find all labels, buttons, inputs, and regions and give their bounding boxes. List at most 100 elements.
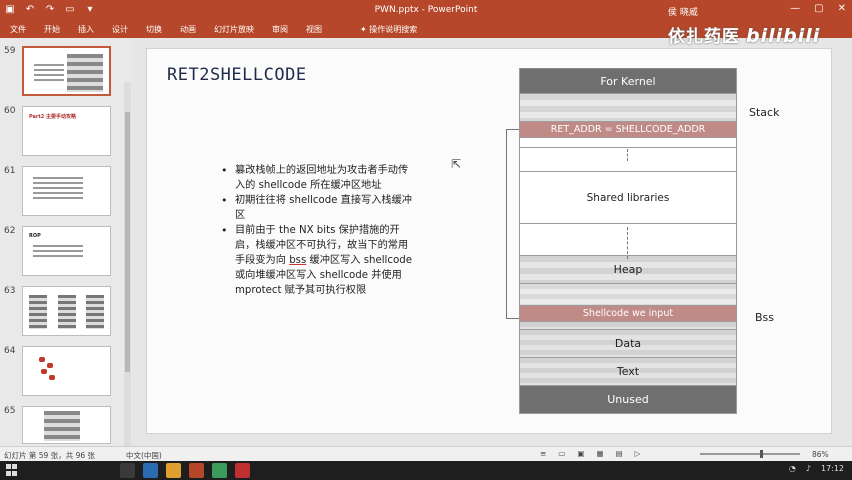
close-icon[interactable]: ✕ bbox=[838, 3, 846, 14]
comments-icon[interactable]: ▭ bbox=[558, 449, 565, 458]
segment-label: Data bbox=[614, 337, 642, 350]
segment-label: Unused bbox=[607, 393, 649, 406]
watermark-text: 依扎药医 bbox=[668, 27, 740, 47]
thumbnail-scrollbar[interactable] bbox=[124, 82, 131, 478]
scrollbar-thumb[interactable] bbox=[125, 112, 130, 372]
segment-label: Shared libraries bbox=[586, 191, 670, 204]
segment-unused: Unused bbox=[519, 386, 737, 414]
windows-taskbar: ◔ ♪ 17:12 bbox=[0, 461, 852, 480]
reading-view-icon[interactable]: ▤ bbox=[616, 449, 623, 458]
segment-stack-growth bbox=[519, 148, 737, 172]
segment-ret-addr: RET_ADDR = SHELLCODE_ADDR bbox=[519, 122, 737, 138]
user-name[interactable]: 侯 晓威 bbox=[668, 5, 698, 18]
bullet-text: 篡改栈帧上的返回地址为攻击者手动传入的 shellcode 所在缓冲区地址 bbox=[235, 165, 409, 191]
tab-view[interactable]: 视图 bbox=[306, 24, 322, 35]
segment-stack-gap bbox=[519, 138, 737, 148]
file-explorer-icon[interactable] bbox=[166, 463, 181, 478]
slide-canvas[interactable]: RET2SHELLCODE 篡改栈帧上的返回地址为攻击者手动传入的 shellc… bbox=[146, 48, 832, 434]
bullet-item: 目前由于 the NX bits 保护措施的开启，栈缓冲区不可执行，故当下的常用… bbox=[219, 223, 415, 298]
bullet-list[interactable]: 篡改栈帧上的返回地址为攻击者手动传入的 shellcode 所在缓冲区地址 初期… bbox=[219, 163, 415, 298]
segment-bss-bottom bbox=[519, 322, 737, 330]
tab-transitions[interactable]: 切换 bbox=[146, 24, 162, 35]
clock[interactable]: 17:12 bbox=[821, 464, 844, 473]
language-indicator[interactable]: 中文(中国) bbox=[126, 450, 162, 461]
notes-icon[interactable]: ≡ bbox=[540, 449, 546, 458]
tab-home[interactable]: 开始 bbox=[44, 24, 60, 35]
thumbnail-slide-61[interactable] bbox=[22, 166, 111, 216]
thumb-title: Part2 主要手动攻略 bbox=[29, 114, 76, 120]
thumb-number: 61 bbox=[4, 166, 16, 176]
slide-counter: 幻灯片 第 59 张，共 96 张 bbox=[4, 451, 96, 460]
thumb-number: 64 bbox=[4, 346, 16, 356]
thumb-number: 59 bbox=[4, 46, 16, 56]
status-bar: 幻灯片 第 59 张，共 96 张 中文(中国) ≡ ▭ ▣ ▦ ▤ ▷ 86% bbox=[0, 446, 852, 461]
bullet-text: 初期往往将 shellcode 直接写入栈缓冲区 bbox=[235, 195, 412, 221]
stack-label: Stack bbox=[749, 106, 780, 119]
segment-shared-libraries: Shared libraries bbox=[519, 172, 737, 224]
segment-heap-growth bbox=[519, 224, 737, 256]
windows-start-icon[interactable] bbox=[6, 464, 18, 476]
maximize-icon[interactable]: ▢ bbox=[814, 3, 823, 14]
bullet-item: 篡改栈帧上的返回地址为攻击者手动传入的 shellcode 所在缓冲区地址 bbox=[219, 163, 415, 193]
segment-label: Text bbox=[616, 365, 640, 378]
segment-label: Heap bbox=[613, 263, 643, 276]
segment-kernel: For Kernel bbox=[519, 68, 737, 94]
tab-insert[interactable]: 插入 bbox=[78, 24, 94, 35]
thumbnail-slide-64[interactable] bbox=[22, 346, 111, 396]
thumb-number: 62 bbox=[4, 226, 16, 236]
zoom-slider-thumb[interactable] bbox=[760, 450, 763, 458]
powerpoint-taskbar-icon[interactable] bbox=[189, 463, 204, 478]
tab-animations[interactable]: 动画 bbox=[180, 24, 196, 35]
bullet-item: 初期往往将 shellcode 直接写入栈缓冲区 bbox=[219, 193, 415, 223]
tab-review[interactable]: 审阅 bbox=[272, 24, 288, 35]
normal-view-icon[interactable]: ▣ bbox=[577, 449, 584, 458]
segment-text: Text bbox=[519, 358, 737, 386]
task-view-icon[interactable] bbox=[120, 463, 135, 478]
tell-me-label: 操作说明搜索 bbox=[369, 25, 418, 34]
slide-title[interactable]: RET2SHELLCODE bbox=[167, 65, 307, 85]
thumbnail-slide-60[interactable]: Part2 主要手动攻略 bbox=[22, 106, 111, 156]
tell-me-search[interactable]: ✦ 操作说明搜索 bbox=[360, 24, 417, 35]
lightbulb-icon: ✦ bbox=[360, 25, 367, 34]
zoom-slider[interactable] bbox=[700, 450, 800, 458]
thumb-title: ROP bbox=[29, 233, 41, 239]
bilibili-logo: bilibili bbox=[746, 25, 821, 47]
slide-thumbnail-pane: 59 60 Part2 主要手动攻略 61 62 ROP 63 64 65 bbox=[0, 38, 132, 478]
thumbnail-slide-63[interactable] bbox=[22, 286, 111, 336]
thumbnail-slide-62[interactable]: ROP bbox=[22, 226, 111, 276]
title-bar: ▣ ↶ ↷ ▭ ▾ PWN.pptx - PowerPoint 侯 晓威 — ▢… bbox=[0, 0, 852, 22]
segment-label: RET_ADDR = SHELLCODE_ADDR bbox=[550, 124, 706, 135]
tab-slideshow[interactable]: 幻灯片放映 bbox=[214, 24, 254, 35]
app-icon[interactable] bbox=[235, 463, 250, 478]
slideshow-view-icon[interactable]: ▷ bbox=[635, 449, 641, 458]
segment-heap: Heap bbox=[519, 256, 737, 284]
thumb-number: 63 bbox=[4, 286, 16, 296]
segment-bss bbox=[519, 284, 737, 306]
window-title: PWN.pptx - PowerPoint bbox=[374, 5, 478, 15]
heap-growth-arrow bbox=[627, 227, 628, 259]
network-icon[interactable]: ◔ bbox=[789, 464, 796, 473]
bss-label: Bss bbox=[755, 311, 775, 324]
segment-shellcode: Shellcode we input bbox=[519, 306, 737, 322]
segment-stack-top bbox=[519, 94, 737, 122]
tab-file[interactable]: 文件 bbox=[10, 24, 26, 35]
edge-icon[interactable] bbox=[143, 463, 158, 478]
sorter-view-icon[interactable]: ▦ bbox=[596, 449, 603, 458]
thumb-number: 60 bbox=[4, 106, 16, 116]
zoom-level[interactable]: 86% bbox=[812, 450, 829, 459]
thumbnail-slide-59[interactable] bbox=[22, 46, 111, 96]
watermark: 依扎药医 bilibili bbox=[668, 22, 820, 47]
bullet-text-underlined: bss bbox=[289, 255, 307, 266]
tab-design[interactable]: 设计 bbox=[112, 24, 128, 35]
mouse-pointer-icon: ⇱ bbox=[451, 157, 462, 171]
pointer-connector bbox=[506, 129, 520, 319]
thumb-number: 65 bbox=[4, 406, 16, 416]
minimize-icon[interactable]: — bbox=[790, 3, 800, 14]
volume-icon[interactable]: ♪ bbox=[806, 464, 811, 473]
segment-label: Shellcode we input bbox=[582, 308, 674, 319]
memory-layout-diagram: For Kernel RET_ADDR = SHELLCODE_ADDR Sha… bbox=[519, 68, 737, 414]
stack-growth-arrow bbox=[627, 149, 628, 161]
segment-data: Data bbox=[519, 330, 737, 358]
thumbnail-slide-65[interactable] bbox=[22, 406, 111, 444]
app-icon[interactable] bbox=[212, 463, 227, 478]
